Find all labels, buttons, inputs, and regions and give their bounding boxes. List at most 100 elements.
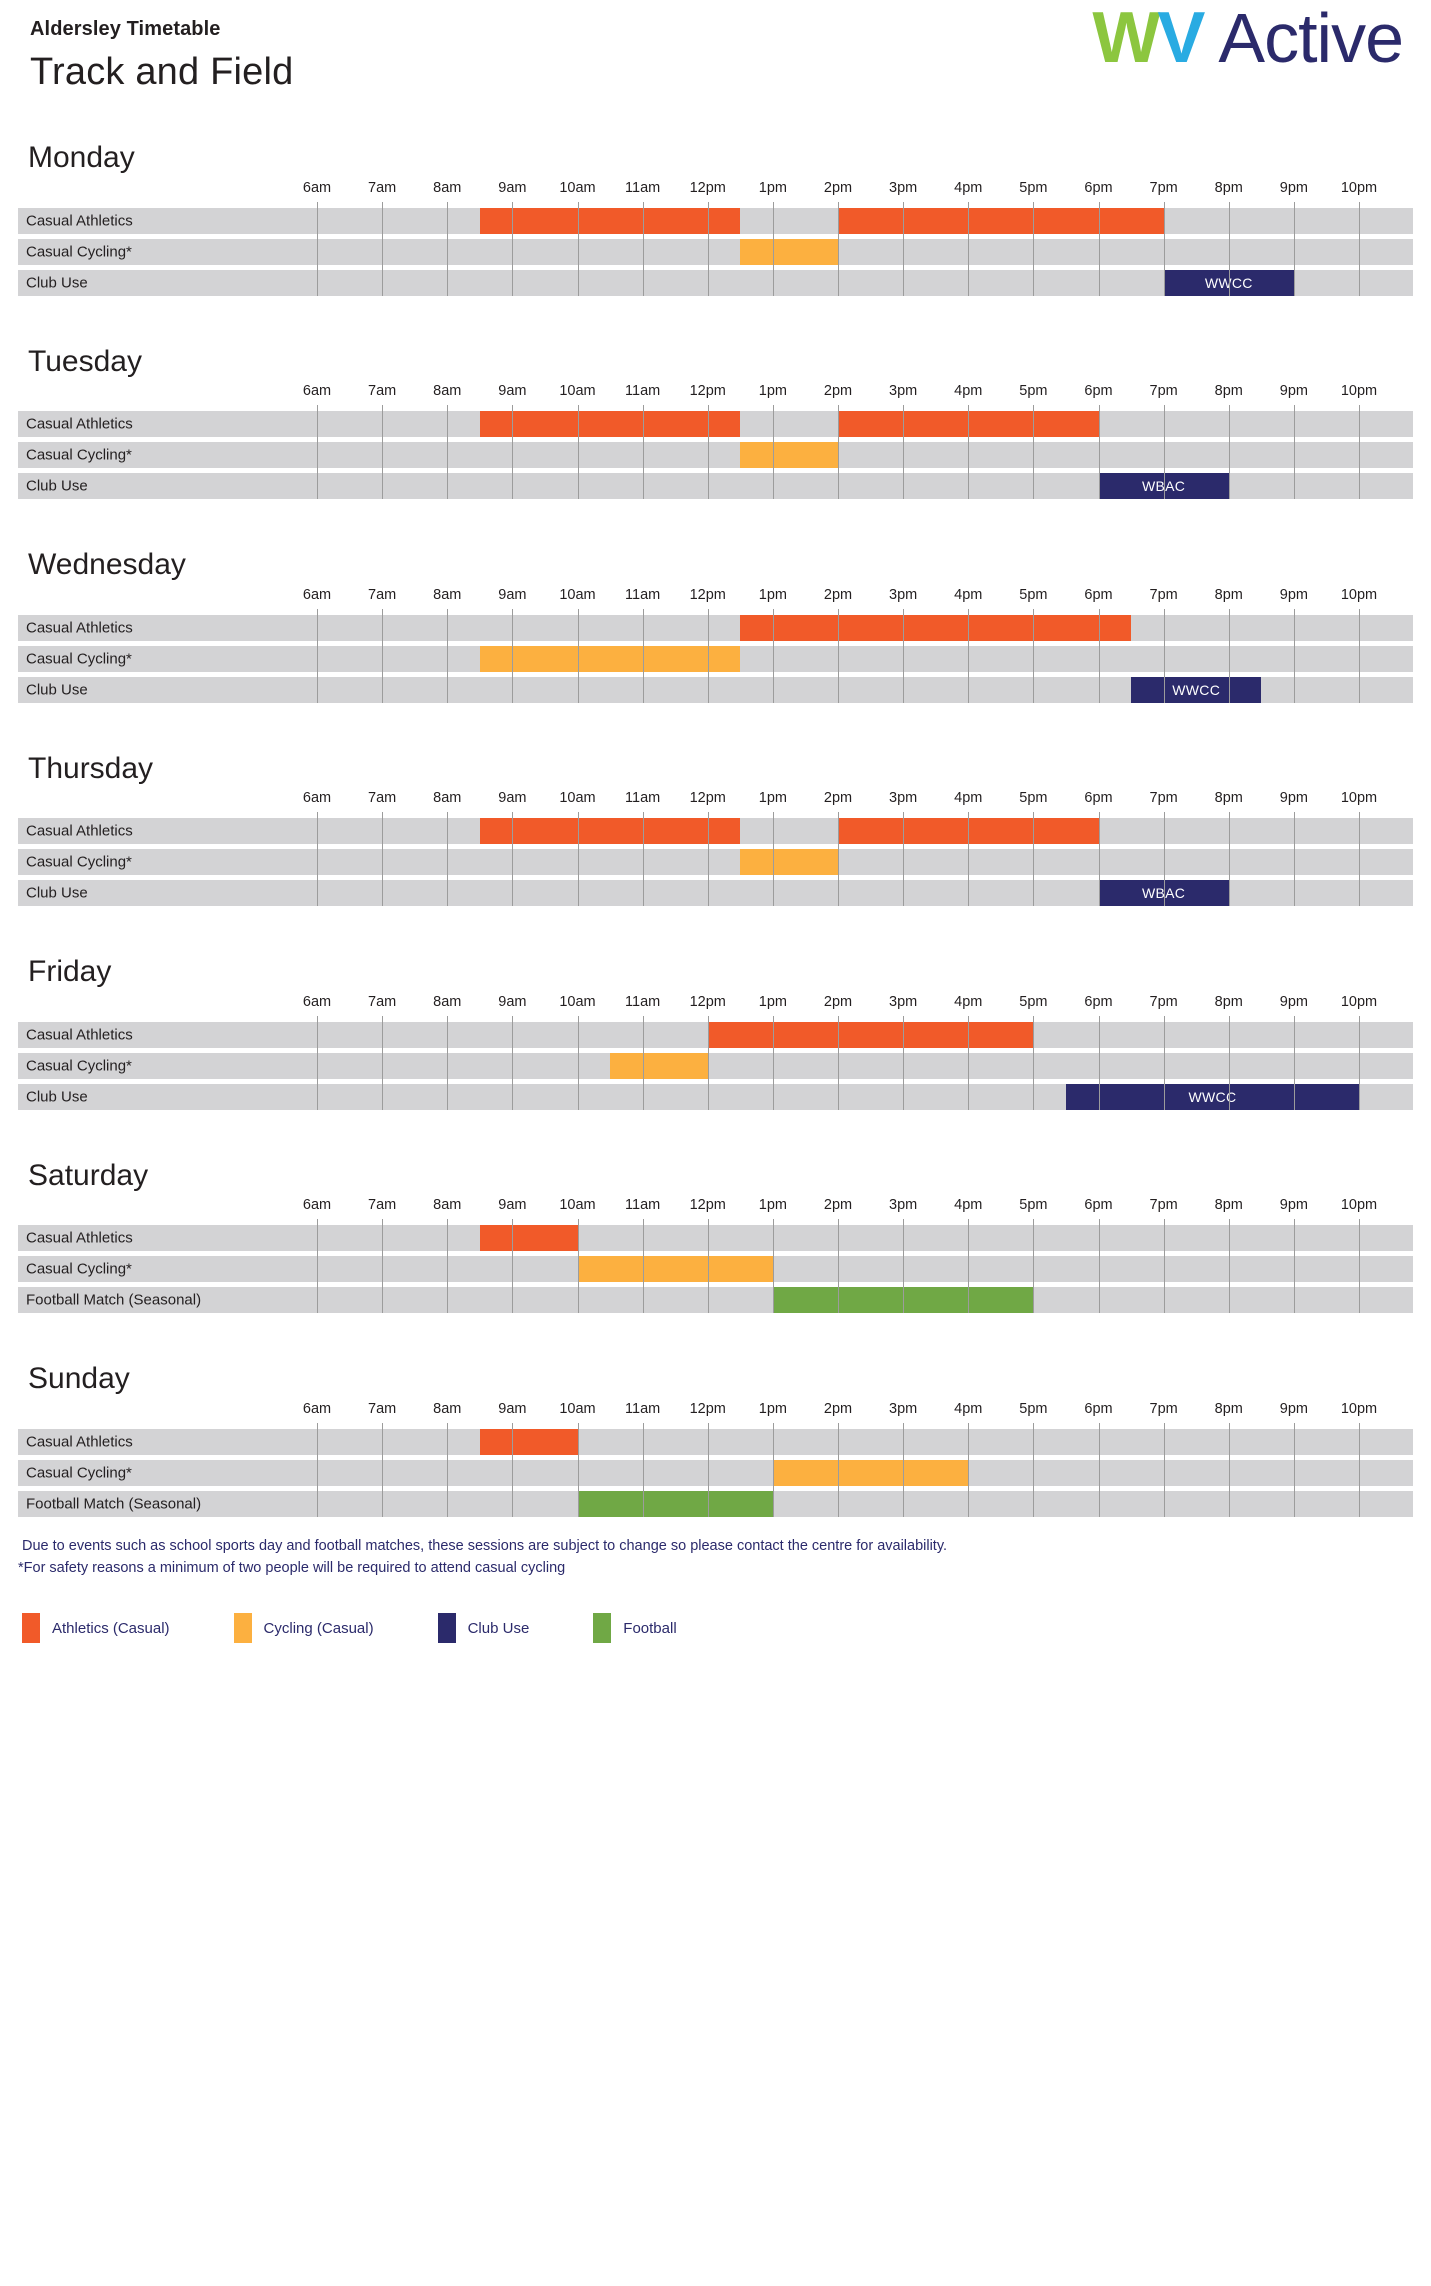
day-block: Friday 6am 7am 8am 9am 10am 11am 12pm 1pm 2pm 3pm 4…	[0, 956, 1431, 1110]
axis-tick-label: 5pm	[1019, 586, 1048, 603]
axis-tick-label: 9pm	[1279, 179, 1308, 196]
row-label: Club Use	[26, 274, 88, 291]
row-label: Casual Athletics	[26, 212, 133, 229]
day-grid: 6am 7am 8am 9am 10am 11am 12pm 1pm 2pm 3pm 4pm 5pm 6…	[18, 994, 1413, 1110]
axis-tick-label: 11am	[625, 993, 661, 1010]
timetable-row: Casual Athletics	[18, 818, 1413, 844]
session-bar-cycling[interactable]	[740, 442, 838, 468]
axis-tick-label: 8pm	[1214, 1197, 1243, 1213]
row-label: Casual Cycling*	[26, 853, 132, 871]
axis-tick-label: 8pm	[1214, 586, 1243, 603]
axis-tick-label: 11am	[625, 179, 661, 196]
legend-label: Cycling (Casual)	[263, 1619, 374, 1637]
time-axis: 6am 7am 8am 9am 10am 11am 12pm 1pm 2pm 3pm 4pm 5pm 6…	[18, 1197, 1413, 1219]
axis-tick-label: 10pm	[1340, 1197, 1378, 1213]
axis-tick-label: 9pm	[1279, 383, 1308, 399]
axis-tick-label: 7am	[368, 790, 397, 806]
legend-item: Club Use	[437, 1613, 530, 1644]
axis-tick-label: 7pm	[1149, 1197, 1178, 1213]
legend-swatch-football	[593, 1613, 612, 1644]
axis-tick-label: 10am	[559, 993, 596, 1010]
day-rows: Casual Athletics Casual Cycling* Football …	[18, 1422, 1413, 1517]
session-bar-athletics[interactable]	[740, 614, 1132, 641]
session-bar-athletics[interactable]	[838, 207, 1164, 234]
session-bar-cycling[interactable]	[577, 1256, 773, 1282]
row-label: Casual Cycling*	[26, 1057, 132, 1074]
session-bar-club[interactable]: WBAC	[1098, 473, 1229, 499]
time-axis: 6am 7am 8am 9am 10am 11am 12pm 1pm 2pm 3pm 4pm 5pm 6…	[18, 994, 1413, 1016]
axis-tick-label: 11am	[625, 790, 661, 806]
row-label: Casual Athletics	[26, 1229, 133, 1247]
axis-tick-label: 8am	[433, 1197, 462, 1213]
time-axis: 6am 7am 8am 9am 10am 11am 12pm 1pm 2pm 3pm 4pm 5pm 6…	[18, 1401, 1413, 1423]
session-bar-athletics[interactable]	[479, 1225, 578, 1251]
row-label: Casual Cycling*	[26, 650, 132, 667]
timetable-row: Football Match (Seasonal)	[18, 1287, 1413, 1313]
axis-tick-label: 3pm	[889, 1197, 918, 1213]
axis-tick-label: 11am	[625, 1400, 661, 1417]
session-bar-football[interactable]	[772, 1287, 1034, 1313]
axis-tick-label: 10pm	[1340, 383, 1378, 399]
session-bar-club[interactable]: WBAC	[1098, 880, 1229, 906]
axis-tick-label: 10am	[559, 179, 596, 196]
axis-tick-label: 6pm	[1084, 790, 1113, 806]
session-bar-athletics[interactable]	[838, 411, 1099, 437]
axis-tick-label: 8am	[433, 1400, 462, 1417]
day-grid: 6am 7am 8am 9am 10am 11am 12pm 1pm 2pm 3pm 4pm 5pm 6…	[18, 790, 1413, 906]
session-bar-athletics[interactable]	[479, 818, 741, 844]
axis-tick-label: 5pm	[1019, 383, 1048, 399]
day-heading: Monday	[28, 141, 135, 174]
axis-tick-label: 1pm	[758, 790, 787, 806]
session-bar-athletics[interactable]	[479, 1428, 578, 1455]
axis-tick-label: 7am	[368, 1400, 397, 1417]
session-bar-athletics[interactable]	[479, 207, 741, 234]
row-label: Casual Athletics	[26, 415, 133, 433]
axis-tick-label: 7pm	[1149, 993, 1178, 1010]
session-bar-athletics[interactable]	[479, 411, 741, 437]
session-bar-club[interactable]: WWCC	[1065, 1083, 1359, 1110]
axis-tick-label: 4pm	[954, 790, 983, 806]
axis-tick-label: 8pm	[1214, 179, 1243, 196]
timetable-row: Casual Athletics	[18, 1428, 1413, 1455]
session-bar-cycling[interactable]	[772, 1459, 969, 1486]
axis-tick-label: 7pm	[1149, 586, 1178, 603]
logo-word-active: Active	[1218, 0, 1404, 77]
axis-tick-label: 11am	[625, 586, 661, 603]
session-bar-cycling[interactable]	[740, 238, 838, 265]
row-label: Club Use	[26, 477, 88, 495]
axis-tick-label: 12pm	[689, 179, 726, 196]
axis-tick-label: 12pm	[689, 993, 726, 1010]
session-bar-athletics[interactable]	[707, 1021, 1034, 1048]
legend-label: Club Use	[467, 1619, 530, 1637]
axis-tick-label: 5pm	[1019, 179, 1048, 196]
session-bar-cycling[interactable]	[610, 1052, 708, 1079]
axis-tick-label: 2pm	[823, 383, 853, 399]
day-rows: Casual Athletics Casual Cycling* Club Use W…	[18, 1015, 1413, 1110]
axis-tick-label: 7am	[368, 586, 397, 603]
day-grid: 6am 7am 8am 9am 10am 11am 12pm 1pm 2pm 3pm 4pm 5pm 6…	[18, 383, 1413, 499]
axis-tick-label: 5pm	[1019, 790, 1048, 806]
axis-tick-label: 6am	[302, 179, 332, 196]
axis-tick-label: 9pm	[1279, 993, 1308, 1010]
axis-tick-label: 1pm	[758, 586, 787, 603]
session-bar-cycling[interactable]	[479, 645, 741, 672]
row-label: Football Match (Seasonal)	[26, 1495, 202, 1512]
session-bar-cycling[interactable]	[740, 849, 838, 875]
axis-tick-label: 8am	[433, 790, 462, 806]
timetable-row: Casual Athletics	[18, 1021, 1413, 1048]
axis-tick-label: 6am	[302, 586, 332, 603]
axis-tick-label: 5pm	[1019, 1197, 1048, 1213]
timetable-row: Casual Cycling*	[18, 1052, 1413, 1079]
axis-tick-label: 3pm	[889, 993, 918, 1010]
axis-tick-label: 12pm	[689, 790, 726, 806]
page-footer: Due to events such as school sports day …	[0, 1535, 1431, 1644]
time-axis: 6am 7am 8am 9am 10am 11am 12pm 1pm 2pm 3pm 4pm 5pm 6…	[18, 180, 1413, 202]
session-bar-club[interactable]: WWCC	[1163, 269, 1294, 296]
session-bar-football[interactable]	[577, 1490, 773, 1517]
day-rows: Casual Athletics Casual Cycling* Club Use W…	[18, 812, 1413, 906]
session-bar-club[interactable]: WWCC	[1131, 676, 1262, 703]
timetable-row: Casual Athletics	[18, 207, 1413, 234]
legend-swatch-athletics	[22, 1613, 40, 1644]
session-bar-athletics[interactable]	[838, 818, 1099, 844]
row-label: Casual Athletics	[26, 1433, 133, 1450]
